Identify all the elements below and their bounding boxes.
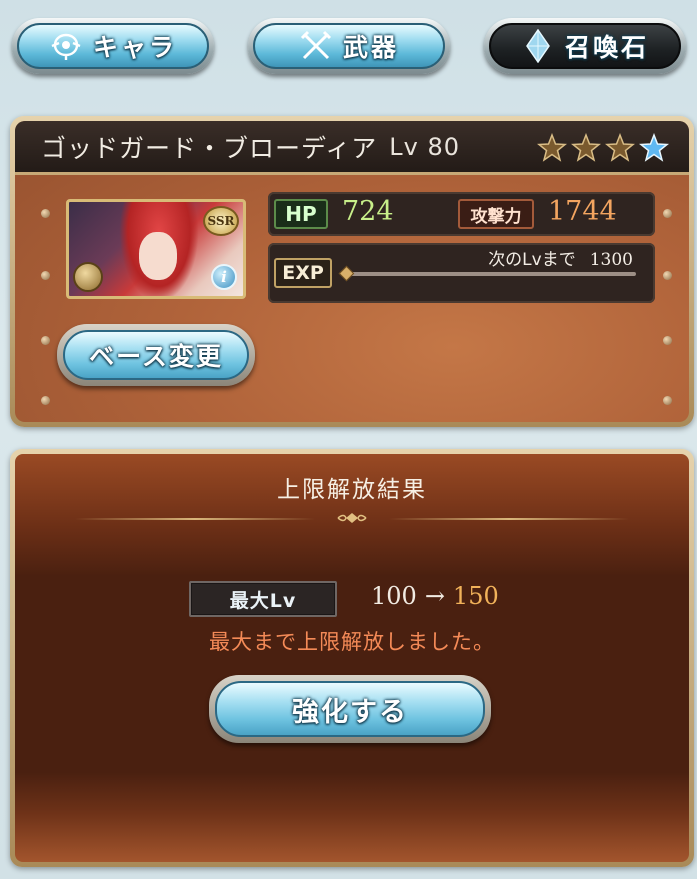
atk-badge: 攻撃力 [458,199,534,229]
rivet [41,209,50,218]
character-name: ゴッドガード・ブローディア [41,133,378,163]
level-cap-from: 100 [371,582,417,610]
character-portrait[interactable]: SSR i [66,199,246,299]
rivet [663,271,672,280]
base-change-label: ベース変更 [89,342,223,371]
rivet [41,336,50,345]
star-icon [537,133,567,162]
title-divider [389,518,629,520]
ssr-rarity-badge: SSR [203,206,239,236]
rivet [663,396,672,405]
character-level-label: Lv [389,132,419,161]
tab-weapon[interactable]: 武器 [248,18,450,74]
enhance-label: 強化する [292,696,408,728]
weapon-icon [299,29,333,63]
star-rating [537,133,669,163]
blue-star-icon [639,133,669,162]
level-cap-change: 100 → 150 [371,582,499,610]
next-level-info: 次のLvまで 1300 [488,245,633,270]
ornament-icon [337,513,367,523]
character-panel: ゴッドガード・ブローディア Lv 80 SSR i HP 724 攻撃力 174… [10,116,694,427]
title-divider [75,518,315,520]
tab-character[interactable]: キャラ [12,18,214,74]
exp-marker [338,265,355,282]
max-level-badge: 最大Lv [189,581,337,617]
tab-summon-stone[interactable]: 召喚石 [484,18,686,74]
star-icon [571,133,601,162]
base-change-button[interactable]: ベース変更 [57,324,255,386]
tab-weapon-label: 武器 [342,33,399,62]
character-level: 80 [427,132,461,161]
info-icon[interactable]: i [211,264,237,290]
character-icon [49,29,83,63]
atk-value: 1744 [548,196,617,227]
enhance-button[interactable]: 強化する [209,675,491,743]
hp-atk-row: HP 724 攻撃力 1744 [268,192,655,236]
uncap-complete-message: 最大まで上限解放しました。 [209,630,495,654]
rivet [663,336,672,345]
star-icon [605,133,635,162]
result-panel: 上限解放結果 最大Lv 100 → 150 最大まで上限解放しました。 [10,449,694,867]
exp-badge: EXP [274,258,332,288]
tab-summon-stone-label: 召喚石 [564,33,649,62]
tab-character-label: キャラ [92,33,177,62]
level-cap-to: 150 [452,582,499,610]
next-level-exp: 1300 [589,250,633,270]
rivet [41,396,50,405]
arrow-right-icon: → [424,582,445,610]
exp-bar [346,272,636,276]
hp-badge: HP [274,199,328,229]
next-level-label: 次のLvまで [488,250,576,270]
exp-row: EXP 次のLvまで 1300 [268,243,655,303]
element-icon [73,262,103,292]
hp-value: 724 [342,196,394,227]
rivet [663,209,672,218]
summon-stone-icon [521,29,555,63]
rivet [41,271,50,280]
